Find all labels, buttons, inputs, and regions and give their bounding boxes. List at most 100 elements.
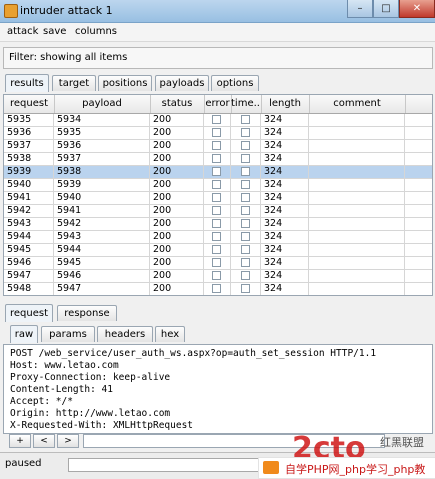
error-checkbox [212, 167, 221, 176]
cell-comment [309, 114, 405, 126]
minimize-button[interactable]: – [347, 0, 373, 18]
search-prev-button[interactable]: < [33, 434, 55, 448]
cell-request: 5946 [4, 257, 54, 269]
cell-status: 200 [150, 179, 204, 191]
cell-error [204, 179, 231, 191]
cell-comment [309, 127, 405, 139]
cell-request: 5935 [4, 114, 54, 126]
cell-length: 324 [261, 205, 309, 217]
tab-hex[interactable]: hex [155, 326, 185, 342]
tab-request[interactable]: request [5, 304, 53, 322]
status-text: paused [5, 458, 42, 469]
table-row[interactable]: 5941 5940 200 324 [4, 192, 432, 205]
request-line: Content-Length: 41 [10, 384, 113, 395]
cell-error [204, 140, 231, 152]
cell-error [204, 270, 231, 282]
tab-params[interactable]: params [41, 326, 95, 342]
col-request[interactable]: request [4, 95, 55, 113]
request-editor[interactable]: POST /web_service/user_auth_ws.aspx?op=a… [3, 344, 433, 434]
view-tabbar: raw params headers hex [10, 325, 430, 343]
timeout-checkbox [241, 271, 250, 280]
cell-comment [309, 283, 405, 295]
error-checkbox [212, 206, 221, 215]
cell-length: 324 [261, 140, 309, 152]
tab-target[interactable]: target [52, 75, 96, 91]
cell-length: 324 [261, 192, 309, 204]
cell-status: 200 [150, 127, 204, 139]
search-next-button[interactable]: > [57, 434, 79, 448]
cell-status: 200 [150, 231, 204, 243]
table-row[interactable]: 5945 5944 200 324 [4, 244, 432, 257]
cell-length: 324 [261, 153, 309, 165]
cell-status: 200 [150, 166, 204, 178]
cell-status: 200 [150, 114, 204, 126]
tab-response[interactable]: response [57, 305, 117, 321]
cell-comment [309, 166, 405, 178]
cell-timeout [231, 153, 261, 165]
col-status[interactable]: status [150, 95, 205, 113]
table-row[interactable]: 5948 5947 200 324 [4, 283, 432, 295]
col-timeout[interactable]: time... [231, 95, 262, 113]
cell-request: 5943 [4, 218, 54, 230]
cell-payload: 5947 [54, 283, 150, 295]
table-row[interactable]: 5947 5946 200 324 [4, 270, 432, 283]
table-row[interactable]: 5942 5941 200 324 [4, 205, 432, 218]
error-checkbox [212, 193, 221, 202]
table-row[interactable]: 5943 5942 200 324 [4, 218, 432, 231]
col-length[interactable]: length [261, 95, 310, 113]
timeout-checkbox [241, 180, 250, 189]
cell-request: 5940 [4, 179, 54, 191]
close-button[interactable]: ✕ [399, 0, 435, 18]
table-row[interactable]: 5936 5935 200 324 [4, 127, 432, 140]
cell-timeout [231, 257, 261, 269]
table-row[interactable]: 5946 5945 200 324 [4, 257, 432, 270]
cell-timeout [231, 283, 261, 295]
timeout-checkbox [241, 115, 250, 124]
tab-raw[interactable]: raw [10, 325, 38, 343]
tab-results[interactable]: results [5, 74, 49, 92]
cell-request: 5948 [4, 283, 54, 295]
table-row[interactable]: 5944 5943 200 324 [4, 231, 432, 244]
cell-comment [309, 205, 405, 217]
cell-error [204, 244, 231, 256]
cell-timeout [231, 127, 261, 139]
col-comment[interactable]: comment [309, 95, 406, 113]
menu-columns[interactable]: columns [75, 26, 117, 37]
table-row[interactable]: 5940 5939 200 324 [4, 179, 432, 192]
tab-payloads[interactable]: payloads [155, 75, 209, 91]
cell-request: 5938 [4, 153, 54, 165]
filter-bar[interactable]: Filter: showing all items [3, 47, 433, 69]
cell-status: 200 [150, 270, 204, 282]
cell-payload: 5939 [54, 179, 150, 191]
tab-positions[interactable]: positions [98, 75, 152, 91]
table-row[interactable]: 5937 5936 200 324 [4, 140, 432, 153]
window-controls: – □ ✕ [347, 0, 435, 18]
request-line: POST /web_service/user_auth_ws.aspx?op=a… [10, 348, 377, 359]
error-checkbox [212, 219, 221, 228]
menu-save[interactable]: save [43, 26, 66, 37]
cell-length: 324 [261, 283, 309, 295]
svg-text:红黑联盟: 红黑联盟 [380, 436, 424, 449]
cell-status: 200 [150, 192, 204, 204]
cell-request: 5937 [4, 140, 54, 152]
table-row[interactable]: 5938 5937 200 324 [4, 153, 432, 166]
timeout-checkbox [241, 154, 250, 163]
cell-payload: 5941 [54, 205, 150, 217]
cell-timeout [231, 114, 261, 126]
search-add-button[interactable]: + [9, 434, 31, 448]
maximize-button[interactable]: □ [373, 0, 399, 18]
request-line: Accept: */* [10, 396, 73, 407]
tab-options[interactable]: options [211, 75, 259, 91]
table-row[interactable]: 5935 5934 200 324 [4, 114, 432, 127]
table-row[interactable]: 5939 5938 200 324 [4, 166, 432, 179]
menu-bar: attack save columns [0, 23, 435, 42]
col-error[interactable]: error [204, 95, 232, 113]
cell-error [204, 257, 231, 269]
cell-length: 324 [261, 270, 309, 282]
menu-attack[interactable]: attack [7, 26, 38, 37]
cell-comment [309, 179, 405, 191]
tab-headers[interactable]: headers [97, 326, 153, 342]
watermark-icon [263, 461, 279, 474]
cell-comment [309, 218, 405, 230]
col-payload[interactable]: payload [54, 95, 151, 113]
